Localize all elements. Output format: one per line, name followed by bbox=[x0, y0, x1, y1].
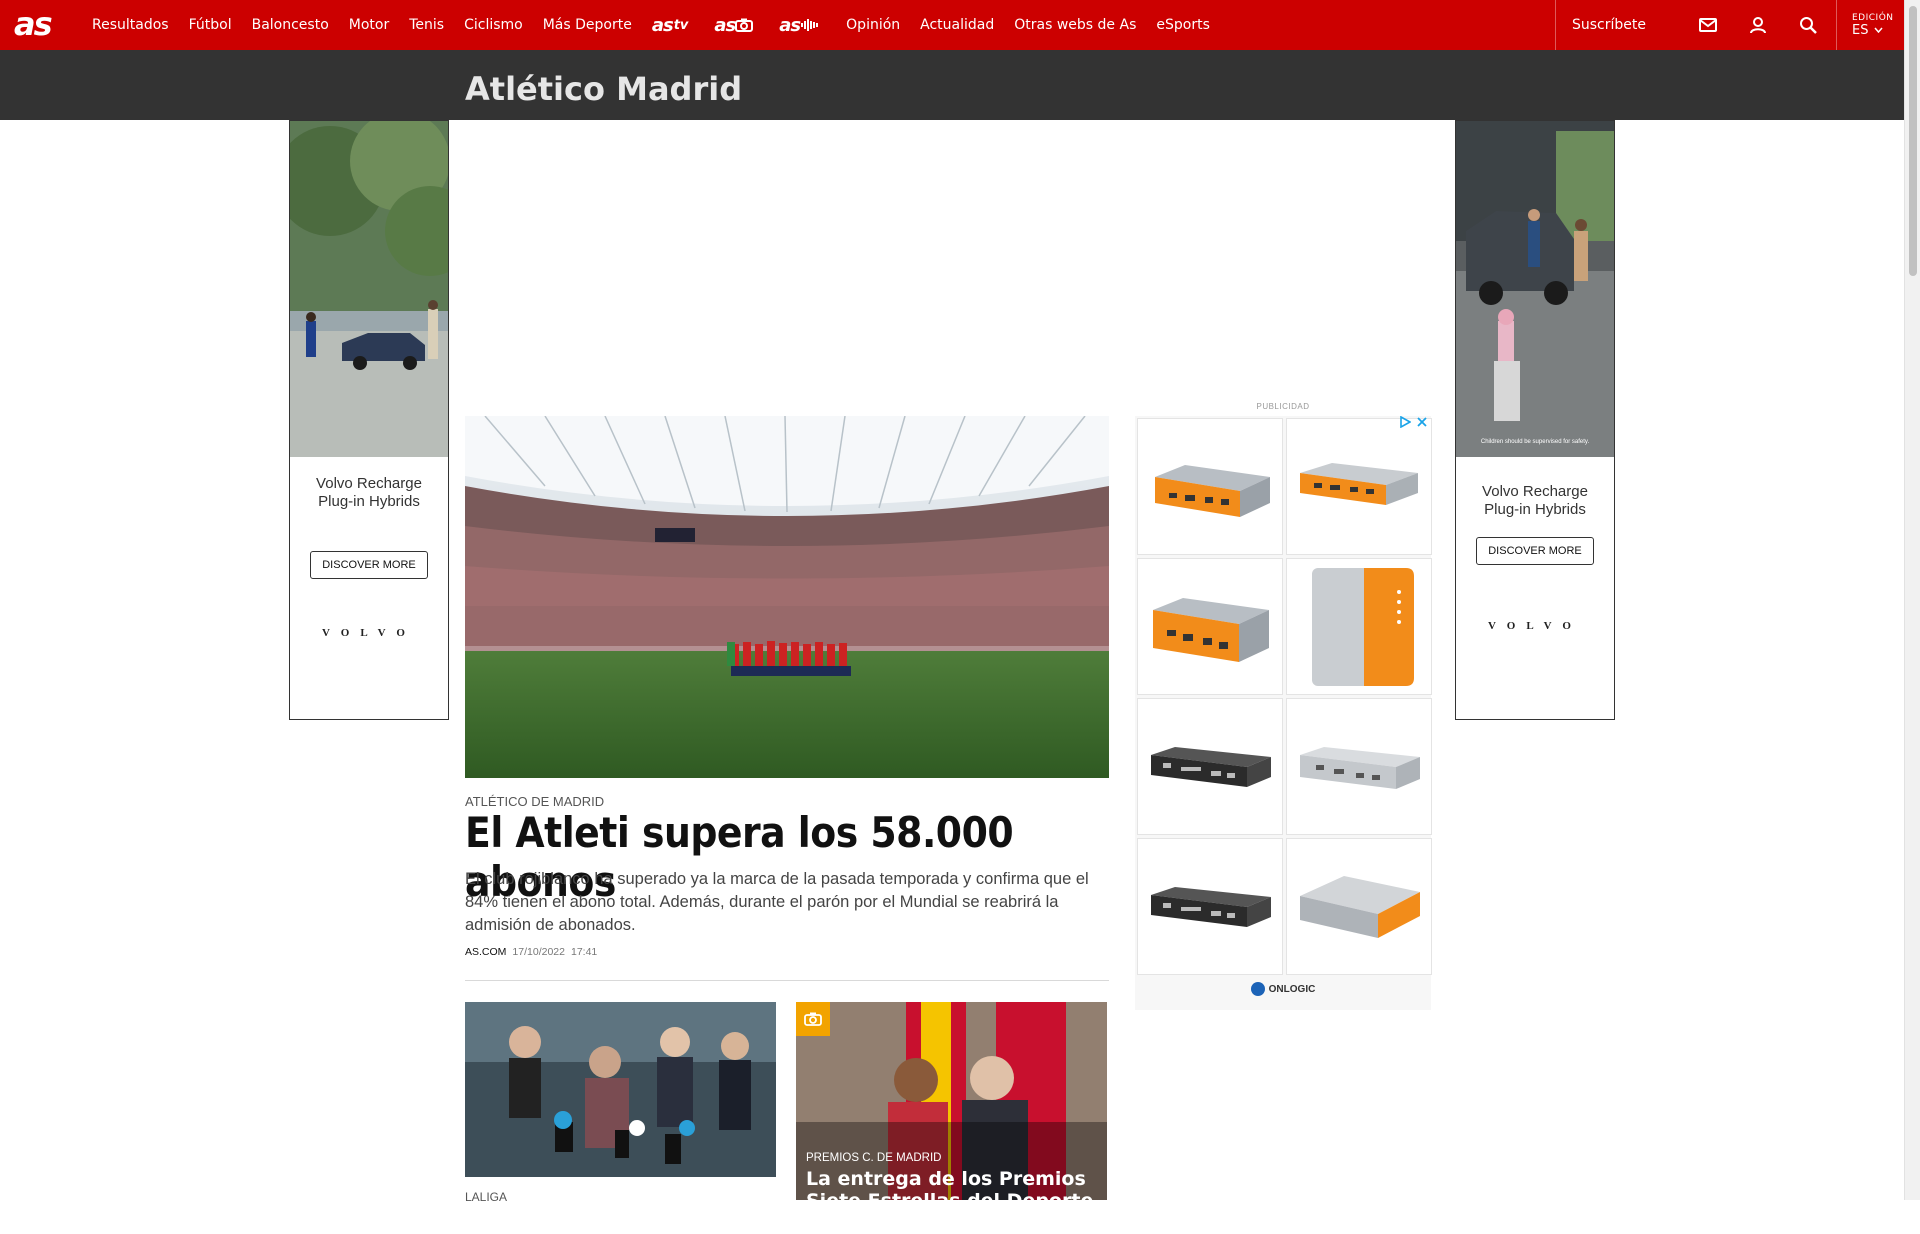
as-photo-main: as bbox=[714, 14, 736, 36]
nav-item-futbol[interactable]: Fútbol bbox=[189, 17, 232, 33]
as-tv-suffix: tv bbox=[673, 17, 689, 33]
ad-text-line-2: Plug-in Hybrids bbox=[318, 493, 420, 510]
ad-photo-volvo-garage: Children should be supervised for safety… bbox=[1456, 121, 1614, 457]
audio-wave-icon bbox=[801, 19, 819, 31]
as-logo[interactable]: as bbox=[13, 5, 63, 43]
card-kicker-premios[interactable]: PREMIOS C. DE MADRID bbox=[806, 1152, 941, 1164]
main-article-image[interactable] bbox=[465, 416, 1109, 778]
mail-icon[interactable] bbox=[1683, 0, 1733, 50]
article-date: 17/10/2022 bbox=[512, 946, 565, 958]
ad-product-grid bbox=[1137, 418, 1432, 975]
edition-value: ES bbox=[1852, 22, 1869, 38]
section-title[interactable]: Atlético Madrid bbox=[465, 70, 742, 108]
camera-icon bbox=[735, 18, 754, 32]
card-kicker-laliga[interactable]: LALIGA bbox=[465, 1190, 507, 1204]
ad-product-7[interactable] bbox=[1137, 838, 1283, 975]
nav-item-actualidad[interactable]: Actualidad bbox=[920, 17, 994, 33]
edition-selector[interactable]: EDICIÓN ES bbox=[1836, 0, 1904, 50]
scrollbar-thumb[interactable] bbox=[1909, 6, 1917, 276]
article-time: 17:41 bbox=[570, 946, 598, 958]
ad-text-line-1: Volvo Recharge bbox=[1482, 483, 1588, 500]
ad-choices-icon[interactable] bbox=[1399, 416, 1411, 428]
page-scrollbar[interactable] bbox=[1904, 0, 1920, 1200]
article-author[interactable]: AS.COM bbox=[465, 946, 506, 958]
ad-product-2[interactable] bbox=[1286, 418, 1432, 555]
nav-item-motor[interactable]: Motor bbox=[349, 17, 389, 33]
article-byline: AS.COM 17/10/2022 17:41 bbox=[465, 946, 597, 958]
nav-item-opinion[interactable]: Opinión bbox=[846, 17, 900, 33]
ad-photo-volvo-street bbox=[290, 121, 448, 457]
nav-right-actions: Suscríbete EDICIÓN ES bbox=[1555, 0, 1904, 50]
onlogic-logo[interactable]: ONLOGIC bbox=[1135, 982, 1431, 996]
nav-item-resultados[interactable]: Resultados bbox=[92, 17, 169, 33]
ad-product-1[interactable] bbox=[1137, 418, 1283, 555]
section-header: Atlético Madrid bbox=[0, 50, 1904, 120]
ad-product-5[interactable] bbox=[1137, 698, 1283, 835]
subscribe-button[interactable]: Suscríbete bbox=[1555, 0, 1683, 50]
ad-text-line-2: Plug-in Hybrids bbox=[1484, 501, 1586, 518]
camera-icon bbox=[796, 1002, 830, 1036]
main-menu: Resultados Fútbol Baloncesto Motor Tenis… bbox=[92, 0, 1230, 50]
user-icon[interactable] bbox=[1733, 0, 1783, 50]
as-logo-text: as bbox=[14, 8, 52, 42]
nav-item-ciclismo[interactable]: Ciclismo bbox=[464, 17, 523, 33]
ad-product-6[interactable] bbox=[1286, 698, 1432, 835]
card-image-press[interactable] bbox=[465, 1002, 776, 1177]
volvo-logo: VOLVO bbox=[322, 627, 416, 639]
ad-text-line-1: Volvo Recharge bbox=[316, 475, 422, 492]
ad-product-4[interactable] bbox=[1286, 558, 1432, 695]
right-skyscraper-ad[interactable]: Children should be supervised for safety… bbox=[1455, 120, 1615, 720]
ad-product-8[interactable] bbox=[1286, 838, 1432, 975]
nav-item-esports[interactable]: eSports bbox=[1156, 17, 1210, 33]
onlogic-logo-mark bbox=[1250, 982, 1265, 996]
as-audio-link[interactable]: as bbox=[779, 15, 820, 36]
top-navigation-bar: as Resultados Fútbol Baloncesto Motor Te… bbox=[0, 0, 1904, 50]
edition-label: EDICIÓN bbox=[1852, 12, 1894, 23]
as-audio-main: as bbox=[779, 14, 801, 36]
discover-more-button[interactable]: DISCOVER MORE bbox=[1476, 537, 1594, 565]
as-tv-main: as bbox=[651, 14, 674, 36]
article-summary: El club rojiblanco ha superado ya la mar… bbox=[465, 870, 1089, 934]
as-tv-link[interactable]: as tv bbox=[652, 15, 689, 36]
nav-item-tenis[interactable]: Tenis bbox=[409, 17, 444, 33]
ad-choices[interactable] bbox=[1399, 416, 1427, 428]
ad-product-3[interactable] bbox=[1137, 558, 1283, 695]
ad-disclaimer: Children should be supervised for safety… bbox=[1480, 439, 1590, 445]
article-kicker[interactable]: ATLÉTICO DE MADRID bbox=[465, 794, 604, 809]
article-divider bbox=[465, 980, 1109, 981]
as-photo-link[interactable]: as bbox=[714, 14, 754, 36]
close-icon[interactable] bbox=[1417, 417, 1427, 427]
nav-item-mas-deporte[interactable]: Más Deporte bbox=[543, 17, 632, 33]
left-skyscraper-ad[interactable]: Volvo Recharge Plug-in Hybrids DISCOVER … bbox=[289, 120, 449, 720]
nav-item-baloncesto[interactable]: Baloncesto bbox=[252, 17, 329, 33]
nav-item-otras-webs[interactable]: Otras webs de As bbox=[1014, 17, 1136, 33]
card-title-premios[interactable]: La entrega de los Premios Siete Estrella… bbox=[806, 1168, 1096, 1234]
edition-value-wrap: ES bbox=[1852, 23, 1904, 38]
chevron-down-icon bbox=[1874, 27, 1884, 33]
volvo-logo: VOLVO bbox=[1488, 620, 1582, 632]
advertising-label: PUBLICIDAD bbox=[1256, 402, 1310, 411]
discover-more-button[interactable]: DISCOVER MORE bbox=[310, 551, 428, 579]
onlogic-ad[interactable]: ONLOGIC bbox=[1135, 416, 1432, 1010]
onlogic-logo-text: ONLOGIC bbox=[1268, 983, 1316, 995]
search-icon[interactable] bbox=[1783, 0, 1833, 50]
